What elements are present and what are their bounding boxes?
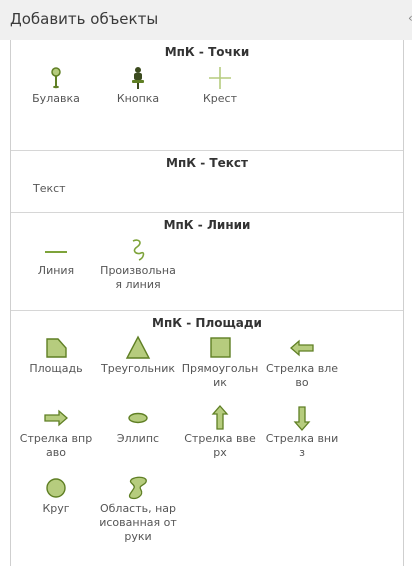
section-lines: МпК - Линии Линия Произвольная линия: [11, 212, 403, 310]
section-title-points: МпК - Точки: [164, 45, 250, 59]
item-pin[interactable]: Булавка: [15, 64, 97, 106]
item-arrow-right[interactable]: Стрелка вправо: [15, 404, 97, 474]
freehand-area-icon: [97, 474, 179, 502]
ellipse-icon: [97, 404, 179, 432]
item-label: Область, нарисованная от руки: [99, 502, 177, 543]
item-label: Стрелка влево: [265, 362, 339, 389]
item-ellipse[interactable]: Эллипс: [97, 404, 179, 474]
rectangle-icon: [179, 334, 261, 362]
panel-title: Добавить объекты: [10, 10, 159, 28]
item-label: Линия: [37, 264, 75, 277]
item-arrow-down[interactable]: Стрелка вниз: [261, 404, 343, 474]
item-label: Площадь: [29, 362, 83, 375]
item-label: Крест: [202, 92, 237, 105]
item-circle[interactable]: Круг: [15, 474, 97, 564]
item-freehand-line[interactable]: Произвольная линия: [97, 236, 179, 292]
freehand-line-icon: [97, 236, 179, 264]
panel-header: Добавить объекты ‹: [0, 0, 412, 40]
arrow-left-icon: [261, 334, 343, 362]
item-label: Булавка: [32, 92, 80, 105]
item-label: Эллипс: [116, 432, 160, 445]
section-text: МпК - Текст Текст: [11, 150, 403, 212]
item-cross[interactable]: Крест: [179, 64, 261, 106]
item-freehand-area[interactable]: Область, нарисованная от руки: [97, 474, 179, 564]
item-arrow-left[interactable]: Стрелка влево: [261, 334, 343, 404]
item-label: Стрелка вправо: [19, 432, 93, 459]
area-icon: [15, 334, 97, 362]
pin-icon: [15, 64, 97, 92]
item-label: Стрелка вверх: [184, 432, 256, 459]
collapse-icon[interactable]: ‹: [408, 12, 412, 24]
circle-icon: [15, 474, 97, 502]
arrow-right-icon: [15, 404, 97, 432]
arrow-down-icon: [261, 404, 343, 432]
item-label: Кнопка: [116, 92, 160, 105]
item-triangle[interactable]: Треугольник: [97, 334, 179, 404]
arrow-up-icon: [179, 404, 261, 432]
item-arrow-up[interactable]: Стрелка вверх: [179, 404, 261, 474]
item-area[interactable]: Площадь: [15, 334, 97, 404]
section-title-lines: МпК - Линии: [11, 212, 403, 236]
item-line[interactable]: Линия: [15, 236, 97, 278]
item-label: Треугольник: [101, 362, 175, 375]
item-label: Стрелка вниз: [265, 432, 339, 459]
item-label: Произвольная линия: [100, 264, 176, 291]
section-points: МпК - Точки Булавка Кнопка Крест: [11, 40, 403, 150]
item-label: Круг: [42, 502, 70, 515]
item-rectangle[interactable]: Прямоугольник: [179, 334, 261, 404]
objects-panel: МпК - Точки Булавка Кнопка Крест МпК - Т…: [10, 40, 404, 566]
section-title-text: МпК - Текст: [11, 150, 403, 174]
item-text[interactable]: Текст: [15, 174, 97, 196]
item-pushpin[interactable]: Кнопка: [97, 64, 179, 106]
item-label: Текст: [33, 182, 66, 195]
section-title-areas: МпК - Площади: [11, 310, 403, 334]
item-label: Прямоугольник: [181, 362, 259, 389]
pushpin-icon: [97, 64, 179, 92]
cross-icon: [179, 64, 261, 92]
line-icon: [15, 236, 97, 264]
section-areas: МпК - Площади Площадь Треугольник Прямоу…: [11, 310, 403, 574]
triangle-icon: [97, 334, 179, 362]
